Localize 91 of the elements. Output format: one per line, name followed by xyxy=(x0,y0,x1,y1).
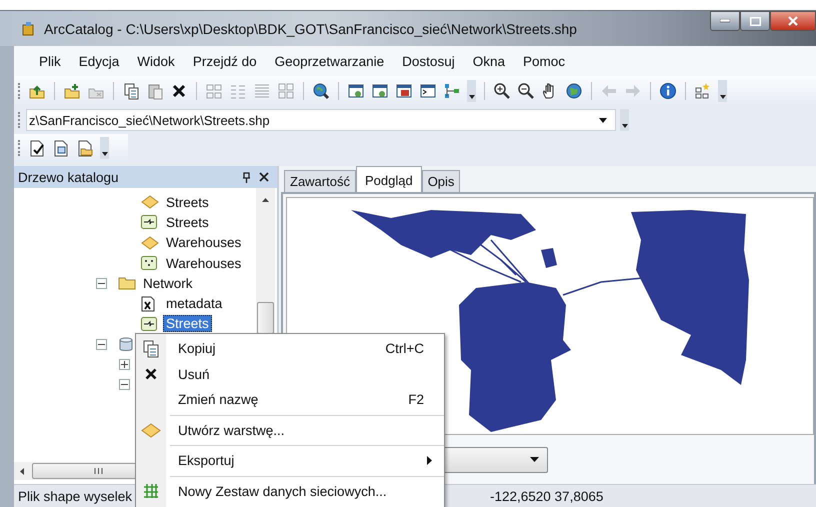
dropdown-arrow-icon xyxy=(599,118,607,122)
grip-icon xyxy=(94,468,102,474)
status-coordinates: -122,6520 37,8065 xyxy=(490,488,604,504)
diamond-icon xyxy=(141,422,161,438)
toolbar-overflow-button[interactable] xyxy=(100,137,109,159)
context-menu-item[interactable]: Usuń xyxy=(136,362,444,387)
tree-item[interactable]: Streets xyxy=(163,214,212,231)
folder-add-icon[interactable] xyxy=(63,82,81,100)
thumbnails-icon[interactable] xyxy=(277,82,295,100)
location-field[interactable]: z\SanFrancisco_sieć\Network\Streets.shp xyxy=(26,109,616,131)
console-icon[interactable] xyxy=(419,82,437,100)
toolbar-grip[interactable] xyxy=(18,83,22,99)
expand-toggle[interactable] xyxy=(96,338,107,350)
menu-item[interactable]: Okna xyxy=(464,54,514,68)
expand-toggle[interactable] xyxy=(119,359,130,370)
checked-document-icon[interactable] xyxy=(28,139,46,157)
close-icon[interactable] xyxy=(259,172,269,182)
tab[interactable]: Opis xyxy=(422,170,460,192)
tree-item[interactable]: Streets xyxy=(163,194,212,211)
status-message: Plik shape wyselek xyxy=(17,488,132,504)
window-title: ArcCatalog - C:\Users\xp\Desktop\BDK_GOT\SanFrancisco_sieć\Network\Streets.shp xyxy=(44,20,577,36)
minimize-button[interactable] xyxy=(710,11,740,31)
menu-item[interactable]: Geoprzetwarzanie xyxy=(266,54,394,68)
zoom-in-icon[interactable] xyxy=(493,82,511,100)
tree-icon[interactable] xyxy=(443,82,461,100)
context-menu-item[interactable]: Nowy Zestaw danych sieciowych... xyxy=(136,478,444,504)
context-menu-item[interactable]: Utwórz warstwę... xyxy=(136,418,444,443)
scroll-up-icon[interactable] xyxy=(262,198,269,202)
tree-item[interactable]: Warehouses xyxy=(163,234,244,252)
menu-item[interactable]: Edycja xyxy=(70,54,128,68)
menu-item[interactable]: Przejdź do xyxy=(184,54,266,68)
close-button[interactable] xyxy=(770,11,816,31)
app-icon xyxy=(20,20,36,36)
dropdown-arrow-icon xyxy=(530,457,539,462)
database-icon xyxy=(118,336,134,352)
network-grid-icon xyxy=(143,483,159,500)
tab[interactable]: Zawartość xyxy=(284,170,356,192)
toolbar-overflow-button[interactable] xyxy=(620,109,629,131)
panel-title: Drzewo katalogu xyxy=(18,170,119,184)
toolbar-overflow-button[interactable] xyxy=(718,80,727,102)
line-feature-icon xyxy=(141,215,157,230)
window-icon[interactable] xyxy=(371,82,389,100)
maximize-button[interactable] xyxy=(740,11,770,31)
tree-item[interactable]: metadata xyxy=(163,295,226,312)
copy-icon[interactable] xyxy=(122,82,140,100)
delete-icon xyxy=(145,368,157,380)
document-folder-icon[interactable] xyxy=(76,139,94,157)
document-icon[interactable] xyxy=(52,139,70,157)
chevron-icon xyxy=(102,152,108,156)
delete-icon[interactable] xyxy=(170,82,188,100)
info-icon[interactable] xyxy=(659,82,677,100)
expand-toggle[interactable] xyxy=(119,379,130,390)
folder-icon xyxy=(118,276,136,290)
menu-item[interactable]: Plik xyxy=(30,54,70,68)
diamond-icon xyxy=(141,195,159,210)
tree-item[interactable]: Streets xyxy=(163,315,212,332)
close-icon xyxy=(788,16,798,26)
menu-item[interactable]: Dostosuj xyxy=(393,54,464,68)
copy-icon xyxy=(143,340,159,358)
context-menu-item[interactable]: Eksportuj xyxy=(136,448,444,474)
toolbar-grip[interactable] xyxy=(18,112,22,128)
toolbar-overflow-button[interactable] xyxy=(467,80,476,102)
metadata-icon xyxy=(141,296,155,312)
globe-search-icon[interactable] xyxy=(312,82,330,100)
context-menu-item[interactable]: Zmień nazwę F2 xyxy=(136,387,444,412)
minimize-icon xyxy=(720,19,730,23)
point-feature-icon xyxy=(141,256,157,270)
zoom-out-icon[interactable] xyxy=(517,82,535,100)
scroll-thumb[interactable] xyxy=(257,302,274,334)
plus-icon xyxy=(121,361,128,368)
menu-item[interactable]: Pomoc xyxy=(514,54,574,68)
toolbar-grip[interactable] xyxy=(18,140,22,156)
globe-icon[interactable] xyxy=(565,82,583,100)
scroll-left-icon[interactable] xyxy=(20,468,24,474)
chevron-icon xyxy=(622,124,628,128)
tree-item[interactable]: Network xyxy=(140,274,196,292)
toolbox-icon[interactable] xyxy=(395,82,413,100)
chevron-icon xyxy=(468,95,474,99)
diamond-icon xyxy=(141,236,159,250)
pin-icon[interactable] xyxy=(242,172,251,182)
tree-item[interactable]: Warehouses xyxy=(163,254,244,272)
menu-item[interactable]: Widok xyxy=(128,54,184,68)
line-feature-icon xyxy=(141,316,157,331)
tab[interactable]: Podgląd xyxy=(356,166,422,192)
expand-toggle[interactable] xyxy=(96,278,107,289)
paste-icon[interactable] xyxy=(146,82,164,100)
window-icon[interactable] xyxy=(347,82,365,100)
maximize-icon xyxy=(750,16,760,26)
grid-icon[interactable] xyxy=(694,82,712,100)
chevron-icon xyxy=(720,95,726,99)
context-menu-item[interactable]: Kopiuj Ctrl+C xyxy=(136,336,444,362)
